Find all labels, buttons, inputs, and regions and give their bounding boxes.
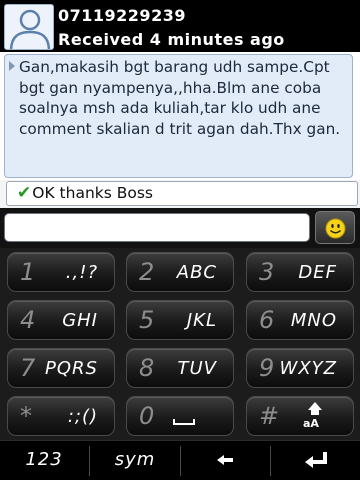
key-digit: # bbox=[259, 402, 280, 430]
enter-button[interactable] bbox=[271, 441, 360, 480]
conversation-header: 07119229239 Received 4 minutes ago bbox=[0, 0, 360, 52]
message-list[interactable]: Gan,makasih bgt barang udh sampe.Cpt bgt… bbox=[0, 52, 360, 180]
sent-message-row: ✔OK thanks Boss bbox=[0, 180, 360, 208]
key-2[interactable]: 2 ABC bbox=[126, 252, 234, 292]
key-3[interactable]: 3 DEF bbox=[246, 252, 354, 292]
smiley-icon bbox=[325, 218, 346, 239]
key-8[interactable]: 8 TUV bbox=[126, 348, 234, 388]
key-digit: * bbox=[20, 402, 32, 430]
key-digit: 5 bbox=[139, 306, 155, 334]
key-letters: TUV bbox=[177, 358, 217, 379]
received-message-bubble[interactable]: Gan,makasih bgt barang udh sampe.Cpt bgt… bbox=[4, 54, 353, 178]
checkmark-icon: ✔ bbox=[17, 183, 32, 203]
key-digit: 0 bbox=[139, 402, 155, 430]
enter-icon bbox=[304, 452, 327, 468]
symbols-label: sym bbox=[114, 449, 156, 470]
sent-message-text: OK thanks Boss bbox=[32, 184, 154, 202]
key-letters: WXYZ bbox=[279, 358, 337, 379]
key-digit: 7 bbox=[20, 354, 36, 382]
shift-icon: aA bbox=[303, 402, 327, 432]
key-7[interactable]: 7 PQRS bbox=[7, 348, 115, 388]
key-letters: .,!? bbox=[65, 262, 98, 283]
keyboard-bottom-bar: 123 sym bbox=[0, 440, 360, 480]
sent-message-bubble[interactable]: ✔OK thanks Boss bbox=[6, 181, 358, 206]
key-1[interactable]: 1 .,!? bbox=[7, 252, 115, 292]
key-hash-shift[interactable]: # aA bbox=[246, 396, 354, 436]
key-5[interactable]: 5 JKL bbox=[126, 300, 234, 340]
key-digit: 9 bbox=[259, 354, 275, 382]
numbers-mode-button[interactable]: 123 bbox=[0, 441, 88, 480]
key-letters: JKL bbox=[186, 310, 217, 331]
shift-label: aA bbox=[303, 417, 319, 430]
emoticon-button[interactable] bbox=[315, 211, 355, 244]
space-icon bbox=[173, 419, 195, 425]
virtual-keypad: 1 .,!? 2 ABC 3 DEF 4 GHI 5 JKL 6 MNO 7 P… bbox=[0, 248, 360, 440]
key-6[interactable]: 6 MNO bbox=[246, 300, 354, 340]
avatar[interactable] bbox=[4, 4, 54, 50]
person-silhouette-icon bbox=[5, 5, 53, 49]
key-digit: 2 bbox=[139, 258, 155, 286]
key-digit: 1 bbox=[20, 258, 36, 286]
key-letters: :;() bbox=[67, 406, 98, 427]
key-9[interactable]: 9 WXYZ bbox=[246, 348, 354, 388]
compose-bar bbox=[0, 208, 360, 248]
contact-number: 07119229239 bbox=[58, 6, 186, 25]
backspace-button[interactable] bbox=[181, 441, 269, 480]
backspace-icon bbox=[217, 455, 233, 465]
key-digit: 3 bbox=[259, 258, 275, 286]
key-star[interactable]: * :;() bbox=[7, 396, 115, 436]
key-letters: MNO bbox=[290, 310, 337, 331]
key-letters: GHI bbox=[62, 310, 98, 331]
key-digit: 6 bbox=[259, 306, 275, 334]
key-letters: PQRS bbox=[45, 358, 98, 379]
expand-arrow-icon bbox=[9, 61, 15, 71]
key-4[interactable]: 4 GHI bbox=[7, 300, 115, 340]
key-letters: ABC bbox=[176, 262, 217, 283]
message-status: Received 4 minutes ago bbox=[58, 30, 285, 49]
key-letters: DEF bbox=[298, 262, 337, 283]
key-0-space[interactable]: 0 bbox=[126, 396, 234, 436]
key-digit: 4 bbox=[20, 306, 36, 334]
received-message-text: Gan,makasih bgt barang udh sampe.Cpt bgt… bbox=[19, 58, 341, 138]
numbers-mode-label: 123 bbox=[25, 449, 63, 470]
message-input[interactable] bbox=[4, 213, 310, 242]
key-digit: 8 bbox=[139, 354, 155, 382]
symbols-button[interactable]: sym bbox=[90, 441, 180, 480]
